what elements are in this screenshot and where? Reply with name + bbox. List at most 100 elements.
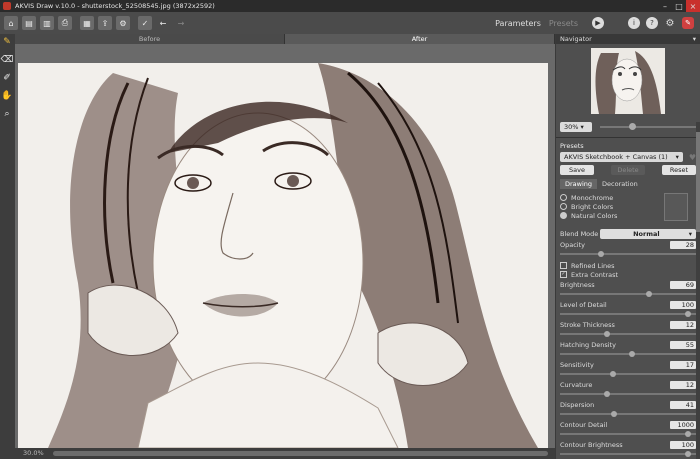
param-sensitivity: Sensitivity 17 — [556, 361, 700, 377]
save-button[interactable]: Save — [560, 165, 594, 175]
brightness-value[interactable]: 69 — [670, 281, 696, 289]
navigator-zoom-select[interactable]: 30% ▾ — [560, 122, 592, 132]
navigator-zoom-knob[interactable] — [628, 123, 636, 130]
color-mode-group: Monochrome Bright Colors Natural Colors — [560, 193, 696, 227]
tab-drawing[interactable]: Drawing — [560, 179, 598, 189]
blend-mode-label: Blend Mode — [560, 230, 599, 238]
favorite-heart-icon[interactable]: ♥ — [689, 153, 696, 162]
dispersion-value[interactable]: 41 — [670, 401, 696, 409]
opacity-knob[interactable] — [598, 251, 605, 257]
preset-dropdown[interactable]: AKVIS Sketchbook + Canvas (1) ▾ — [560, 152, 683, 162]
presets-label: Presets — [560, 142, 584, 150]
contour-detail-label: Contour Detail — [560, 421, 608, 429]
eraser-icon[interactable]: ⌫ — [1, 54, 14, 66]
app-logo-icon[interactable]: ✎ — [682, 17, 694, 29]
contour-detail-value[interactable]: 1000 — [670, 421, 696, 429]
print-icon[interactable]: ⎙ — [58, 16, 72, 30]
toolbar: ⌂ ▤ ▥ ⎙ ▦ ⇪ ⚙ ✓ ← → Parameters Presets ▶… — [0, 12, 700, 34]
sensitivity-value[interactable]: 17 — [670, 361, 696, 369]
close-icon[interactable]: × — [686, 0, 700, 12]
reset-button[interactable]: Reset — [662, 165, 696, 175]
sketch-portrait — [48, 63, 538, 448]
zoom-icon[interactable]: ⌕ — [1, 108, 13, 120]
check-refined-lines[interactable]: Refined Lines — [556, 261, 700, 270]
dispersion-slider[interactable] — [560, 411, 696, 417]
scroll-thumb[interactable] — [53, 451, 548, 456]
param-contour-detail: Contour Detail 1000 — [556, 421, 700, 437]
file-open-icon[interactable]: ▤ — [22, 16, 36, 30]
toolbar-right: Parameters Presets ▶ i ? ⚙ ✎ — [495, 12, 694, 34]
param-hatching-density: Hatching Density 55 — [556, 341, 700, 357]
file-save-icon[interactable]: ▥ — [40, 16, 54, 30]
check-icon[interactable]: ✓ — [138, 16, 152, 30]
home-icon[interactable]: ⌂ — [4, 16, 18, 30]
check-extra-contrast[interactable]: ✓ Extra Contrast — [556, 270, 700, 279]
navigator-preview[interactable] — [591, 48, 665, 114]
curvature-value[interactable]: 12 — [670, 381, 696, 389]
level-of-detail-knob[interactable] — [685, 311, 692, 317]
hatching-density-slider[interactable] — [560, 351, 696, 357]
stroke-thickness-value[interactable]: 12 — [670, 321, 696, 329]
sensitivity-slider[interactable] — [560, 371, 696, 377]
contour-brightness-knob[interactable] — [685, 451, 692, 457]
title-bar: AKVIS Draw v.10.0 - shutterstock_5250854… — [0, 0, 700, 12]
blend-mode-row: Blend Mode Normal ▾ — [556, 229, 700, 239]
brightness-knob[interactable] — [646, 291, 653, 297]
contour-detail-knob[interactable] — [685, 431, 692, 437]
curvature-knob[interactable] — [603, 391, 610, 397]
opacity-slider[interactable] — [560, 251, 696, 257]
sensitivity-knob[interactable] — [610, 371, 617, 377]
level-of-detail-value[interactable]: 100 — [670, 301, 696, 309]
contour-brightness-slider[interactable] — [560, 451, 696, 457]
settings-icon[interactable]: ⚙ — [116, 16, 130, 30]
stroke-thickness-knob[interactable] — [603, 331, 610, 337]
panel-scrollbar[interactable] — [696, 122, 700, 459]
gear-icon[interactable]: ⚙ — [664, 17, 676, 29]
delete-button[interactable]: Delete — [611, 165, 645, 175]
forward-icon[interactable]: → — [174, 16, 188, 30]
hand-icon[interactable]: ✋ — [1, 90, 13, 102]
history-brush-icon[interactable]: ✐ — [1, 72, 13, 84]
curvature-label: Curvature — [560, 381, 593, 389]
contour-brightness-value[interactable]: 100 — [670, 441, 696, 449]
hatching-density-value[interactable]: 55 — [670, 341, 696, 349]
navigator-menu-icon[interactable]: ▾ — [693, 35, 696, 43]
hatching-density-label: Hatching Density — [560, 341, 616, 349]
help-icon[interactable]: ? — [646, 17, 658, 29]
hatching-density-knob[interactable] — [628, 351, 635, 357]
tab-decoration[interactable]: Decoration — [597, 179, 643, 189]
minimize-icon[interactable]: – — [658, 0, 672, 12]
tab-parameters[interactable]: Parameters — [495, 19, 541, 28]
color-swatch[interactable] — [664, 193, 688, 221]
panel-scroll-thumb[interactable] — [696, 132, 700, 232]
tab-before[interactable]: Before — [15, 34, 285, 44]
sensitivity-label: Sensitivity — [560, 361, 594, 369]
share-icon[interactable]: ⇪ — [98, 16, 112, 30]
back-icon[interactable]: ← — [156, 16, 170, 30]
horizontal-scrollbar[interactable]: 30.0% — [15, 448, 555, 459]
info-icon[interactable]: i — [628, 17, 640, 29]
play-icon[interactable]: ▶ — [592, 17, 604, 29]
batch-icon[interactable]: ▦ — [80, 16, 94, 30]
curvature-slider[interactable] — [560, 391, 696, 397]
navigator-title: Navigator — [560, 35, 592, 43]
settings-panel: Navigator ▾ 30% ▾ Presets AKVIS Sketchbo… — [556, 34, 700, 459]
maximize-icon[interactable]: □ — [672, 0, 686, 12]
level-of-detail-label: Level of Detail — [560, 301, 607, 309]
level-of-detail-slider[interactable] — [560, 311, 696, 317]
brightness-slider[interactable] — [560, 291, 696, 297]
sketch-image — [18, 63, 548, 448]
param-curvature: Curvature 12 — [556, 381, 700, 397]
tab-presets[interactable]: Presets — [549, 19, 578, 28]
tab-after[interactable]: After — [285, 34, 555, 44]
brush-icon[interactable]: ✎ — [1, 36, 13, 48]
param-dispersion: Dispersion 41 — [556, 401, 700, 417]
opacity-value[interactable]: 28 — [670, 241, 696, 249]
navigator-zoom-slider[interactable] — [600, 123, 696, 130]
blend-mode-dropdown[interactable]: Normal ▾ — [600, 229, 696, 239]
dispersion-knob[interactable] — [611, 411, 618, 417]
param-opacity: Opacity 28 — [556, 241, 700, 257]
image-canvas[interactable] — [15, 44, 555, 448]
contour-detail-slider[interactable] — [560, 431, 696, 437]
stroke-thickness-slider[interactable] — [560, 331, 696, 337]
